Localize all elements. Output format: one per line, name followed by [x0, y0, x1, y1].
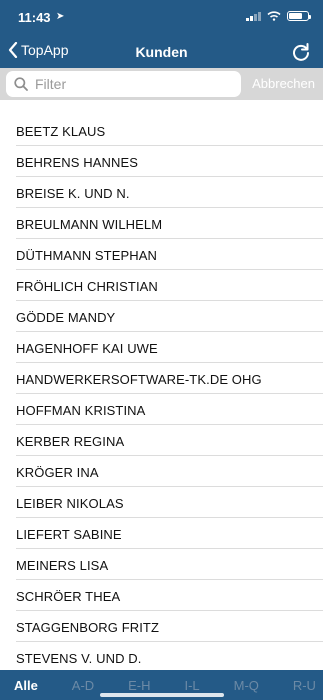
tab-5[interactable]: R-U — [293, 678, 316, 693]
list-item[interactable]: BREISE K. UND N. — [0, 177, 323, 208]
customer-name: FRÖHLICH CHRISTIAN — [16, 279, 158, 294]
location-arrow-icon: ➤ — [56, 11, 65, 22]
customer-name: LEIBER NIKOLAS — [16, 496, 124, 511]
chevron-left-icon — [8, 42, 18, 58]
customer-name: BREISE K. UND N. — [16, 186, 130, 201]
search-bar: Abbrechen — [0, 68, 323, 100]
list-item[interactable]: KRÖGER INA — [0, 456, 323, 487]
status-time: 11:43 — [18, 10, 51, 25]
back-button-label: TopApp — [21, 42, 69, 58]
tab-0[interactable]: Alle — [14, 678, 38, 693]
list-item[interactable]: HAGENHOFF KAI UWE — [0, 332, 323, 363]
customer-name: MEINERS LISA — [16, 558, 109, 573]
navigation-header: 11:43 ➤ TopApp Kunden — [0, 0, 323, 68]
list-item[interactable]: HANDWERKERSOFTWARE-TK.DE OHG — [0, 363, 323, 394]
list-item[interactable]: KERBER REGINA — [0, 425, 323, 456]
customer-name: SCHRÖER THEA — [16, 589, 121, 604]
list-item[interactable]: HOFFMAN KRISTINA — [0, 394, 323, 425]
customer-list: BEETZ KLAUS BEHRENS HANNES BREISE K. UND N… — [0, 115, 323, 673]
search-field[interactable] — [6, 71, 241, 97]
list-item[interactable]: GÖDDE MANDY — [0, 301, 323, 332]
list-item[interactable]: STEVENS V. UND D. — [0, 642, 323, 673]
customer-name: STAGGENBORG FRITZ — [16, 620, 160, 635]
refresh-icon[interactable] — [291, 42, 311, 62]
home-indicator — [100, 693, 224, 697]
nav-bar: TopApp Kunden — [0, 40, 323, 64]
back-button[interactable]: TopApp — [8, 42, 68, 58]
list-item[interactable]: LIEFERT SABINE — [0, 518, 323, 549]
tab-1[interactable]: A-D — [72, 678, 94, 693]
customer-name: HANDWERKERSOFTWARE-TK.DE OHG — [16, 372, 262, 387]
customer-name: KERBER REGINA — [16, 434, 125, 449]
customer-name: GÖDDE MANDY — [16, 310, 116, 325]
alphabet-tab-bar: Alle A-D E-H I-L M-Q R-U — [0, 670, 323, 700]
customer-name: BEETZ KLAUS — [16, 124, 106, 139]
list-item[interactable]: BEHRENS HANNES — [0, 146, 323, 177]
customer-name: KRÖGER INA — [16, 465, 99, 480]
status-indicators — [246, 11, 311, 21]
customer-name: DÜTHMANN STEPHAN — [16, 248, 157, 263]
customer-name: HAGENHOFF KAI UWE — [16, 341, 158, 356]
customer-name: LIEFERT SABINE — [16, 527, 122, 542]
customer-name: BREULMANN WILHELM — [16, 217, 163, 232]
customer-name: HOFFMAN KRISTINA — [16, 403, 146, 418]
list-item[interactable]: MEINERS LISA — [0, 549, 323, 580]
customer-name: STEVENS V. UND D. — [16, 651, 142, 666]
list-item[interactable]: BEETZ KLAUS — [0, 115, 323, 146]
battery-icon — [287, 11, 311, 21]
tab-3[interactable]: I-L — [184, 678, 199, 693]
wifi-icon — [267, 11, 281, 21]
list-item[interactable]: STAGGENBORG FRITZ — [0, 611, 323, 642]
cancel-button[interactable]: Abbrechen — [252, 76, 315, 91]
list-item[interactable]: LEIBER NIKOLAS — [0, 487, 323, 518]
list-item[interactable]: BREULMANN WILHELM — [0, 208, 323, 239]
search-input[interactable] — [33, 75, 237, 93]
list-item[interactable]: SCHRÖER THEA — [0, 580, 323, 611]
list-item[interactable]: DÜTHMANN STEPHAN — [0, 239, 323, 270]
signal-icon — [246, 11, 261, 21]
tab-4[interactable]: M-Q — [234, 678, 259, 693]
status-bar: 11:43 ➤ — [0, 9, 323, 29]
tab-2[interactable]: E-H — [128, 678, 150, 693]
search-icon — [14, 77, 28, 91]
customer-name: BEHRENS HANNES — [16, 155, 139, 170]
list-item[interactable]: FRÖHLICH CHRISTIAN — [0, 270, 323, 301]
